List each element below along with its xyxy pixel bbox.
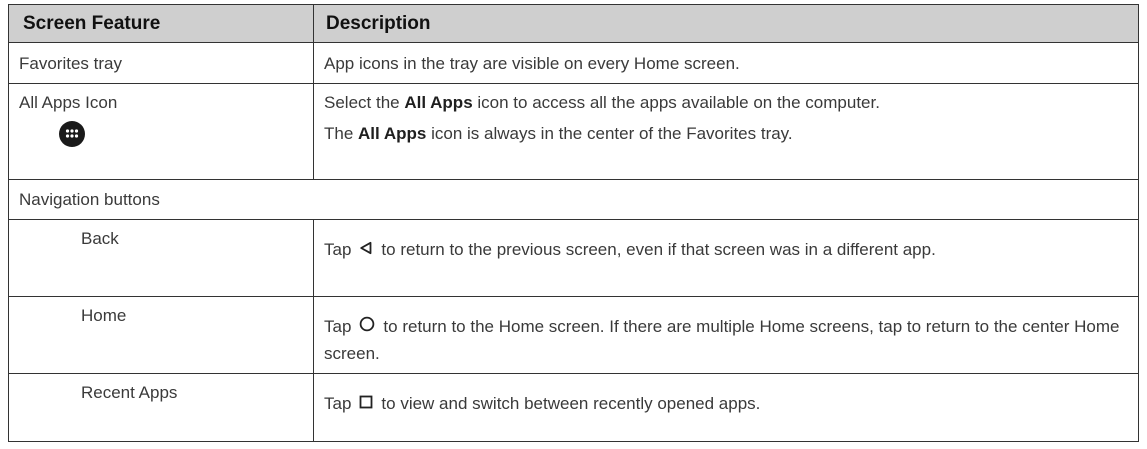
home-description-text: to return to the Home screen. If there a…	[324, 317, 1120, 364]
description-favorites-tray: App icons in the tray are visible on eve…	[313, 42, 1139, 84]
all-apps-line-2: The All Apps icon is always in the cente…	[324, 121, 1128, 146]
feature-all-apps: All Apps Icon	[8, 83, 314, 180]
description-home: Tap to return to the Home screen. If ther…	[313, 296, 1139, 374]
all-apps-line-1-pre: Select the	[324, 93, 405, 112]
navigation-buttons-label: Navigation buttons	[8, 179, 1139, 220]
table-row-navigation-buttons: Navigation buttons	[8, 179, 1139, 220]
description-back: Tap to return to the previous screen, eve…	[313, 219, 1139, 297]
feature-recent-apps: Recent Apps	[8, 373, 314, 442]
feature-favorites-tray: Favorites tray	[8, 42, 314, 84]
recent-description-text: to view and switch between recently open…	[381, 394, 761, 413]
back-tap-text: Tap	[324, 240, 352, 259]
back-triangle-icon	[359, 237, 373, 262]
all-apps-line-1-post: icon to access all the apps available on…	[472, 93, 880, 112]
all-apps-line-2-bold: All Apps	[358, 124, 427, 143]
feature-all-apps-label: All Apps Icon	[19, 93, 118, 112]
table-row-home: Home Tap to return to the Home screen. If…	[8, 296, 1139, 374]
table-row-favorites-tray: Favorites tray App icons in the tray are…	[8, 42, 1139, 84]
recent-square-icon	[359, 391, 373, 416]
all-apps-line-1: Select the All Apps icon to access all t…	[324, 90, 1128, 115]
home-tap-text: Tap	[324, 317, 352, 336]
screen-features-table: Screen Feature Description Favorites tra…	[8, 4, 1139, 442]
all-apps-line-1-bold: All Apps	[404, 93, 473, 112]
home-circle-icon	[359, 314, 375, 339]
table-row-recent-apps: Recent Apps Tap to view and switch betwee…	[8, 373, 1139, 442]
table-header-row: Screen Feature Description	[8, 4, 1139, 43]
recent-tap-text: Tap	[324, 394, 352, 413]
all-apps-line-2-post: icon is always in the center of the Favo…	[426, 124, 793, 143]
all-apps-line-2-pre: The	[324, 124, 359, 143]
description-all-apps: Select the All Apps icon to access all t…	[313, 83, 1139, 180]
feature-back: Back	[8, 219, 314, 297]
table-row-all-apps: All Apps Icon Select the All Apps icon t…	[8, 83, 1139, 180]
header-screen-feature: Screen Feature	[8, 4, 314, 43]
feature-home: Home	[8, 296, 314, 374]
back-description-text: to return to the previous screen, even i…	[381, 240, 936, 259]
header-description: Description	[313, 4, 1139, 43]
all-apps-icon	[59, 121, 85, 147]
description-recent-apps: Tap to view and switch between recently o…	[313, 373, 1139, 442]
table-row-back: Back Tap to return to the previous screen…	[8, 219, 1139, 297]
